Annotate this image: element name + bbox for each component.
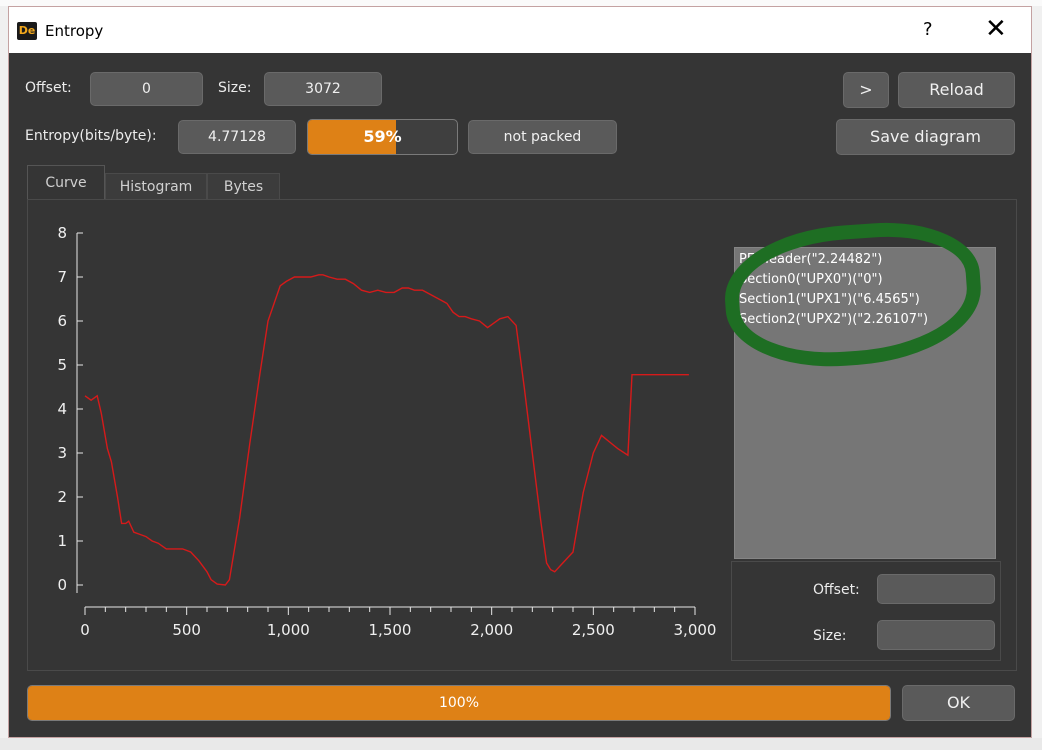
y-tick-label: 2 [57,488,67,506]
tab-histogram[interactable]: Histogram [105,173,207,199]
x-tick-label: 2,500 [572,621,615,639]
entropy-progress-bar: 59% [307,119,458,155]
y-tick-label: 8 [57,224,67,242]
entropy-value-field[interactable]: 4.77128 [178,120,296,154]
offset-label: Offset: [25,80,72,96]
x-tick-label: 2,000 [470,621,513,639]
y-tick-label: 5 [57,356,67,374]
reload-button[interactable]: Reload [898,72,1015,108]
packed-status-field[interactable]: not packed [468,120,617,154]
y-tick-label: 4 [57,400,67,418]
title-bar: De Entropy ? ✕ [9,7,1031,53]
section-item-upx0[interactable]: Section0("UPX0")("0") [735,270,995,290]
y-tick-label: 7 [57,268,67,286]
background-window-strip-bottom [0,738,1042,750]
y-tick-label: 6 [57,312,67,330]
save-diagram-button[interactable]: Save diagram [836,119,1015,155]
section-item-upx2[interactable]: Section2("UPX2")("2.26107") [735,310,995,330]
section-item-upx1[interactable]: Section1("UPX1")("6.4565") [735,290,995,310]
section-list[interactable]: PE Header("2.24482") Section0("UPX0")("0… [734,247,996,559]
entropy-label: Entropy(bits/byte): [25,128,157,144]
y-tick-label: 1 [57,532,67,550]
overall-progress-text: 100% [438,695,480,711]
app-icon: De [17,22,37,40]
tab-curve[interactable]: Curve [27,165,105,199]
offset-field[interactable]: 0 [90,72,203,106]
y-tick-label: 3 [57,444,67,462]
ok-button[interactable]: OK [902,685,1015,721]
section-size-field[interactable] [877,620,995,650]
x-tick-label: 1,500 [369,621,412,639]
entropy-curve-chart: 0 1 2 3 4 5 6 7 8 0 500 1,000 1,500 2,000 2,500 3,000 [57,224,717,639]
section-offset-field[interactable] [877,574,995,604]
tab-bytes[interactable]: Bytes [207,173,280,199]
size-label: Size: [218,80,252,96]
close-button[interactable]: ✕ [985,15,1007,43]
section-item-pe-header[interactable]: PE Header("2.24482") [735,250,995,270]
overall-progress-bar: 100% [27,685,891,721]
x-tick-label: 3,000 [674,621,717,639]
window-title: Entropy [45,22,104,40]
x-tick-label: 0 [80,621,90,639]
section-offset-label: Offset: [813,582,860,598]
entropy-dialog: De Entropy ? ✕ Offset: 0 Size: 3072 > Re… [8,6,1032,738]
help-button[interactable]: ? [923,19,933,40]
entropy-curve-line [84,274,689,586]
entropy-progress-text: 59% [363,127,402,146]
x-tick-label: 1,000 [267,621,310,639]
size-field[interactable]: 3072 [264,72,382,106]
x-tick-label: 500 [172,621,201,639]
y-tick-label: 0 [57,576,67,594]
next-button[interactable]: > [843,72,889,108]
section-size-label: Size: [813,628,847,644]
